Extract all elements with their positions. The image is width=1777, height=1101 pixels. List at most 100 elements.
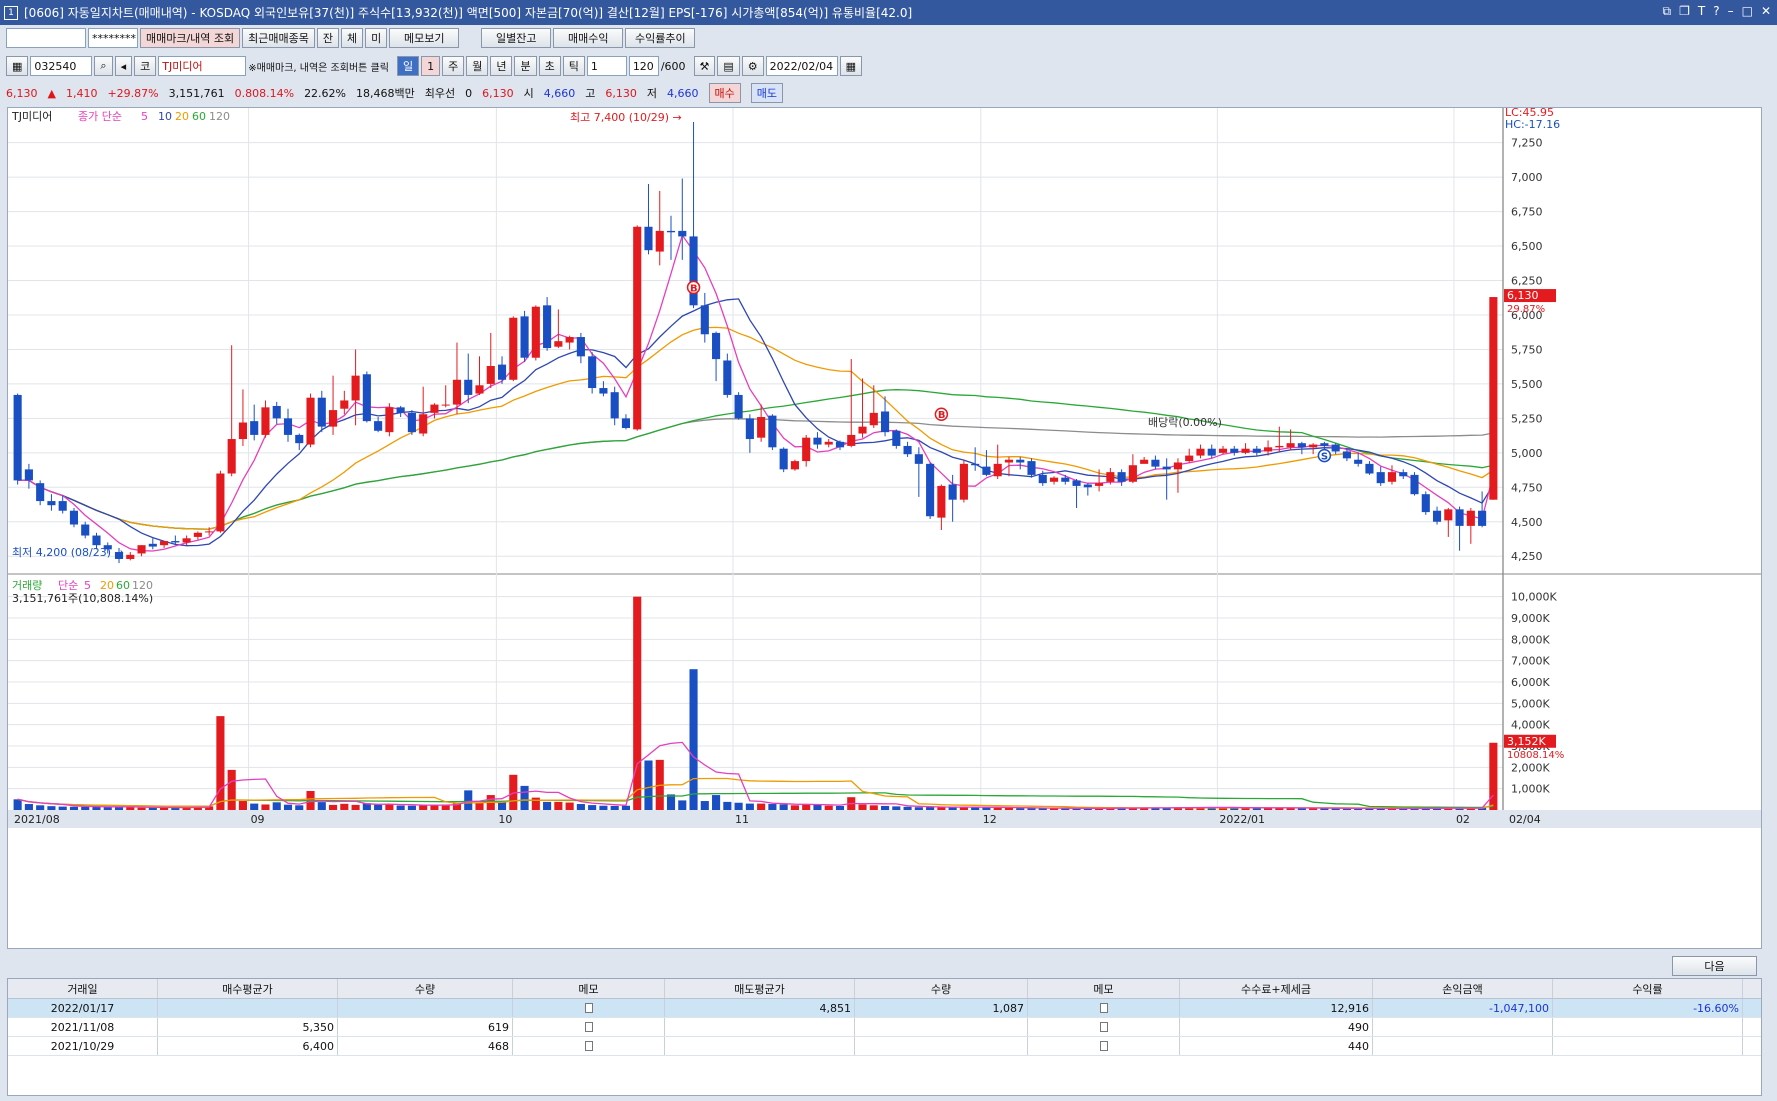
volume-bar [543,801,552,810]
memo-icon[interactable] [584,1022,593,1032]
cell-buy-memo[interactable] [513,999,665,1017]
window-number[interactable]: 1 [4,5,18,20]
volume-bar [126,807,135,810]
candle-body [1432,510,1442,522]
price-tick-label: 4,750 [1511,481,1543,494]
help-icon[interactable]: ? [1713,4,1719,19]
memo-view-button[interactable]: 메모보기 [389,28,460,48]
count-input[interactable]: 120 [628,56,659,76]
volume-bar [531,797,540,810]
text-icon[interactable]: T [1698,4,1705,19]
volume-bar [678,800,687,810]
recent-trades-button[interactable]: 최근매매종목 [242,28,315,48]
candle-body [205,531,214,533]
search-icon[interactable]: ⌕ [94,56,113,76]
sound-icon[interactable]: ◂ [114,56,133,76]
market-label[interactable]: 코 [134,56,157,76]
trade-mark-query-button[interactable]: 매매마크/내역 조회 [140,28,241,48]
account-select[interactable] [6,28,86,48]
memo-icon[interactable] [1099,1003,1108,1013]
period-year[interactable]: 년 [490,56,513,76]
volume-bar [1004,807,1014,810]
link-icon[interactable]: ⧉ [1663,4,1672,19]
cell-sell-memo[interactable] [1028,999,1180,1017]
calendar-icon[interactable]: ▦ [839,56,863,76]
period-tick[interactable]: 틱 [562,56,585,76]
save-icon[interactable]: ▤ [717,56,740,76]
memo-icon[interactable] [584,1003,593,1013]
next-button[interactable]: 다음 [1672,956,1757,976]
table-row[interactable]: 2021/10/29 6,400 468 440 [8,1037,1761,1056]
trade-profit-button[interactable]: 매매수익 [553,28,624,48]
volume-bar [599,805,608,810]
stock-name[interactable]: TJ미디어 [158,56,247,76]
volume-bar [858,804,867,810]
volume-bar [1489,742,1498,810]
daily-balance-button[interactable]: 일별잔고 [481,28,552,48]
balance-tab[interactable]: 잔 [316,28,340,48]
period-minute[interactable]: 분 [514,56,537,76]
candle-body [734,394,743,419]
candle-body [1455,509,1464,526]
cell-buy-memo[interactable] [513,1018,665,1036]
restore-icon[interactable]: ❐ [1679,4,1690,19]
toolbar-accounts: ******** 매매마크/내역 조회 최근매매종목 잔 체 미 메모보기 일별… [0,27,1777,49]
chart-tools-icon[interactable]: ⚒ [693,56,716,76]
volume-bar [644,760,653,810]
password-field[interactable]: ******** [88,28,138,48]
candlestick-chart[interactable]: 7,2507,0006,7506,5006,2506,0005,7505,500… [8,106,1761,948]
candle-body [1128,465,1137,482]
turnover: 22.62% [304,86,347,100]
period-count[interactable]: 1 [421,56,441,76]
grid-icon[interactable]: ▦ [6,56,29,76]
memo-icon[interactable] [584,1041,593,1051]
minimize-icon[interactable]: – [1728,4,1734,19]
return-trend-button[interactable]: 수익률추이 [625,28,696,48]
candle-body [126,554,135,559]
sell-button[interactable]: 매도 [750,83,783,103]
cell-buy-memo[interactable] [513,1037,665,1055]
cell-sell-memo[interactable] [1028,1018,1180,1036]
period-second[interactable]: 초 [538,56,561,76]
memo-icon[interactable] [1099,1041,1108,1051]
candle-body [250,421,259,435]
maximize-icon[interactable]: □ [1742,4,1753,19]
stock-code-input[interactable]: 032540 [30,56,93,76]
low-label: 저 [646,87,657,100]
candle-body [599,388,608,394]
buy-button[interactable]: 매수 [708,83,741,103]
price-tag: 6,130 [1507,289,1539,302]
settings-icon[interactable]: ⚙ [741,56,764,76]
period-month[interactable]: 월 [466,56,489,76]
period-day[interactable]: 일 [396,56,420,76]
high-label: 고 [585,87,596,100]
table-row[interactable]: 2022/01/17 4,851 1,087 12,916 -1,047,100… [8,999,1761,1018]
candle-body [745,418,754,440]
vol-ma-legend-period: 20 [100,579,114,592]
close-icon[interactable]: ✕ [1761,4,1771,19]
col-header: 매도평균가 [665,979,855,998]
date-input[interactable]: 2022/02/04 [765,56,838,76]
unfilled-tab[interactable]: 미 [365,28,388,48]
candle-body [993,463,1002,477]
window-title: [0606] 자동일지차트(매매내역) - KOSDAQ 외국인보유[37(천)… [24,6,913,20]
time-tick-label: 2021/08 [14,813,60,826]
cell-return [1553,1037,1743,1055]
price-tick-label: 6,750 [1511,206,1543,219]
memo-icon[interactable] [1099,1022,1108,1032]
table-row[interactable]: 2021/11/08 5,350 619 490 [8,1018,1761,1037]
open-label: 시 [523,87,534,100]
candle-body [1185,455,1194,462]
candle-body [306,397,315,445]
volume-bar [24,804,33,810]
volume-bar [317,802,326,810]
candle-body [1083,484,1092,488]
cell-sell-memo[interactable] [1028,1037,1180,1055]
filled-tab[interactable]: 체 [341,28,364,48]
chart-area[interactable]: 7,250 7,000 6,750 6,500 6,250 6,000 5,750 5,500… [7,106,1762,949]
unit-select[interactable]: 1 [586,56,627,76]
candle-body [374,421,383,431]
period-week[interactable]: 주 [442,56,465,76]
up-arrow-icon: ▲ [47,86,56,100]
candle-body [295,434,304,444]
